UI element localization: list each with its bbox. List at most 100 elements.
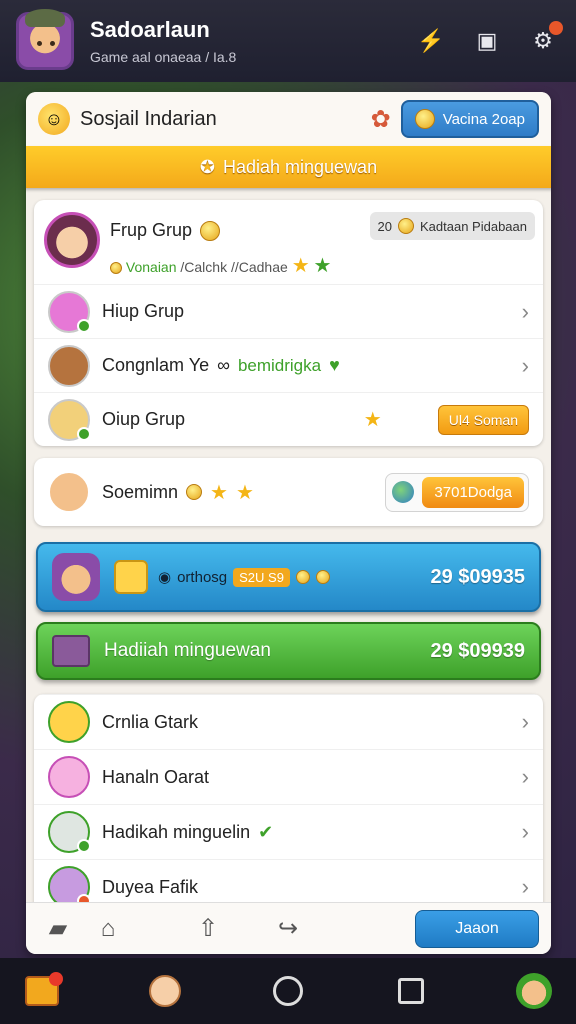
square-icon	[398, 978, 424, 1004]
star-icon: ★	[363, 409, 382, 431]
group-header: Frup Grup Vonaian /Calchk //Cadhae ★ ★ 2…	[34, 200, 543, 284]
vegetable-icon: ✿	[370, 105, 391, 133]
group-row-extra: ∞	[217, 355, 230, 375]
list-item-label: Hadikah minguelin ✔	[102, 822, 522, 843]
group-card: Frup Grup Vonaian /Calchk //Cadhae ★ ★ 2…	[34, 200, 543, 446]
globe-icon	[392, 481, 415, 503]
group-row-name: Oiup Grup	[102, 409, 186, 429]
coin-icon	[200, 220, 221, 241]
friend-badge[interactable]: 3701Dodga	[385, 472, 529, 512]
badge-icon[interactable]: ▣	[470, 24, 504, 58]
coin-icon	[186, 484, 203, 500]
mascot-face	[516, 973, 552, 1009]
group-row-name: Hiup Grup	[102, 301, 185, 321]
group-status-count: 20	[377, 218, 393, 234]
reward-info: ◉ orthosg S2U S9	[158, 567, 430, 587]
list-item[interactable]: Hanaln Oarat ›	[34, 749, 543, 804]
group-row-label: Hiup Grup	[102, 301, 522, 322]
group-info: Frup Grup Vonaian /Calchk //Cadhae ★ ★	[110, 212, 331, 277]
shield-icon	[48, 811, 91, 853]
vaccine-button-label: Vacina 2oap	[442, 110, 525, 128]
notification-dot	[549, 21, 563, 35]
location-icon: ◉	[158, 569, 172, 586]
profile-icon[interactable]	[145, 971, 185, 1011]
group-status-pill[interactable]: 20 Kadtaan Pidabaan	[369, 212, 535, 240]
hat-decoration	[25, 9, 65, 27]
summon-button[interactable]: Ul4 Soman	[437, 404, 529, 435]
coin-icon	[398, 218, 415, 234]
eye-left	[37, 41, 42, 46]
list-item-name: Hadikah minguelin	[102, 821, 251, 842]
chevron-right-icon: ›	[521, 298, 529, 324]
coin-icon	[414, 109, 435, 129]
blue-reward-bar[interactable]: ◉ orthosg S2U S9 29 $09935	[36, 542, 541, 612]
group-row-avatar	[48, 344, 90, 387]
reward-value: 29 $09935	[430, 565, 525, 588]
list-item[interactable]: Hadikah minguelin ✔ ›	[34, 804, 543, 859]
star-icon: ★	[210, 481, 228, 504]
app-subtitle: Game aal onaeaa / Ia.8	[90, 49, 237, 65]
smile-icon: ☺	[38, 103, 70, 135]
coin-icon	[295, 570, 310, 584]
chevron-right-icon: ›	[521, 764, 529, 789]
heart-icon: ♥	[329, 355, 340, 375]
mail-box	[25, 972, 63, 1006]
reward-list: Crnlia Gtark › Hanaln Oarat › Hadikah mi…	[34, 694, 543, 914]
top-bar: Sadoarlaun Game aal onaeaa / Ia.8 ⚡ ▣ ⚙	[0, 0, 576, 82]
profile-face	[149, 975, 181, 1007]
chevron-right-icon: ›	[521, 819, 529, 844]
group-row[interactable]: Congnlam Ye ∞ bemidrigka ♥ ›	[34, 338, 543, 392]
home-icon[interactable]: ⌂	[78, 915, 138, 943]
list-item-label: Hanaln Oarat	[102, 766, 210, 787]
list-item[interactable]: Crnlia Gtark ›	[34, 694, 543, 749]
leaf-icon	[114, 560, 148, 594]
vaccine-button[interactable]: Vacina 2oap	[400, 100, 539, 138]
friend-avatar	[48, 471, 90, 513]
bolt-icon[interactable]: ⚡	[414, 24, 448, 58]
reward-avatar	[52, 553, 100, 601]
home-button[interactable]	[268, 971, 308, 1011]
friend-card[interactable]: Soemimn ★ ★ 3701Dodga	[34, 458, 543, 526]
recents-button[interactable]	[391, 971, 431, 1011]
group-status-label: Kadtaan Pidabaan	[420, 218, 527, 234]
online-badge	[77, 318, 91, 333]
group-row-status: bemidrigka	[237, 355, 322, 375]
group-row[interactable]: Oiup Grup ★ Ul4 Soman	[34, 392, 543, 446]
app-title: Sadoarlaun	[90, 17, 210, 42]
group-tag-primary: Vonaian	[125, 259, 177, 275]
list-item-label: Duyea Fafik	[102, 876, 199, 897]
bow-icon	[48, 756, 90, 798]
check-icon: ✔	[258, 821, 274, 842]
weekly-reward-bar[interactable]: Hadiiah minguewan 29 $09939	[36, 622, 541, 680]
profile-avatar[interactable]	[16, 9, 74, 70]
join-button[interactable]: Jaaon	[415, 909, 539, 948]
friend-label: Soemimn ★ ★	[102, 480, 385, 505]
friend-name: Soemimn	[102, 481, 179, 502]
group-tag-secondary: /Calchk //Cadhae	[180, 259, 288, 275]
group-row-avatar	[48, 290, 91, 333]
panel-title: Sosjail Indarian	[80, 107, 217, 130]
reward-label: orthosg	[177, 568, 228, 586]
group-row[interactable]: Hiup Grup ›	[34, 284, 543, 338]
settings-icon[interactable]: ⚙	[526, 21, 563, 58]
coin-icon	[315, 570, 330, 584]
share-icon[interactable]: ↪	[258, 914, 318, 943]
smile-icon	[48, 701, 90, 743]
panel-header: ☺ Sosjail Indarian ✿ Vacina 2oap	[26, 92, 551, 146]
bag-icon[interactable]: ▰	[38, 914, 78, 943]
group-name-row: Frup Grup	[110, 220, 331, 241]
group-avatar[interactable]	[44, 212, 100, 268]
group-row-avatar	[48, 398, 91, 441]
weekly-reward-banner[interactable]: ✪ Hadiah minguewan	[26, 146, 551, 188]
online-badge	[77, 426, 91, 441]
weekly-reward-bar-label: Hadiiah minguewan	[104, 640, 271, 661]
star-icon: ★	[291, 255, 310, 277]
reward-pill: S2U S9	[233, 567, 290, 587]
online-badge	[77, 839, 91, 853]
mascot-icon[interactable]	[514, 971, 554, 1011]
group-row-label: Congnlam Ye ∞ bemidrigka ♥	[102, 355, 522, 376]
panel-tab-bar: ▰ ⌂ ⇧ ↪ Jaaon	[26, 902, 551, 954]
mail-icon[interactable]	[22, 971, 63, 1011]
chevron-right-icon: ›	[521, 874, 529, 899]
upload-icon[interactable]: ⇧	[178, 914, 238, 943]
